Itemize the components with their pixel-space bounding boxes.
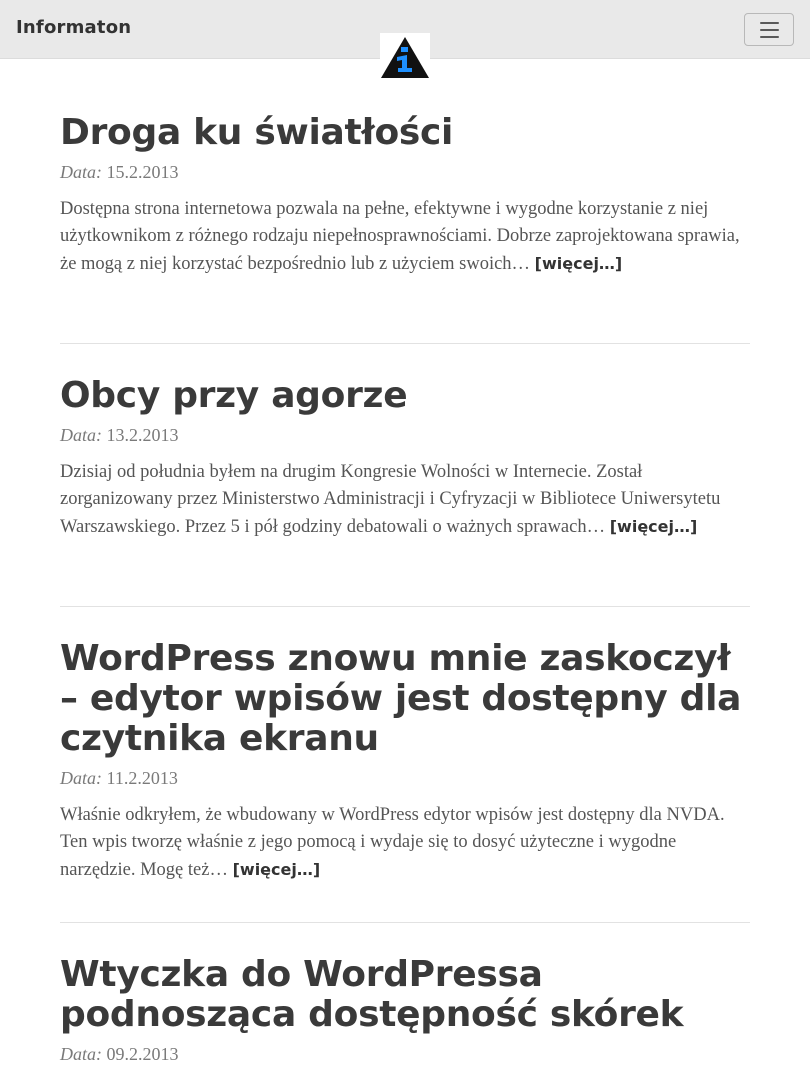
post-item: WordPress znowu mnie zaskoczył – edytor …: [60, 639, 750, 903]
read-more-link[interactable]: [więcej…]: [535, 254, 623, 273]
excerpt-text: Dostępna strona internetowa pozwala na p…: [60, 199, 740, 274]
post-divider: [60, 922, 750, 923]
info-logo-icon[interactable]: [380, 33, 430, 79]
post-title-link[interactable]: Wtyczka do WordPressa podnosząca dostępn…: [60, 954, 684, 1035]
date-value: 15.2.2013: [106, 162, 179, 182]
excerpt-text: Właśnie odkryłem, że wbudowany w WordPre…: [60, 805, 725, 880]
post-title-link[interactable]: Droga ku światłości: [60, 112, 453, 153]
date-label: Data:: [60, 768, 102, 788]
date-label: Data:: [60, 162, 102, 182]
post-excerpt: Właśnie odkryłem, że wbudowany w WordPre…: [60, 802, 750, 884]
read-more-link[interactable]: [więcej…]: [233, 860, 321, 879]
post-date: Data: 09.2.2013: [60, 1043, 750, 1065]
date-value: 13.2.2013: [106, 425, 179, 445]
post-title: WordPress znowu mnie zaskoczył – edytor …: [60, 639, 750, 759]
post-divider: [60, 343, 750, 344]
post-item: Wtyczka do WordPressa podnosząca dostępn…: [60, 955, 750, 1065]
post-divider: [60, 606, 750, 607]
date-label: Data:: [60, 425, 102, 445]
hamburger-menu-icon: [760, 22, 779, 24]
post-excerpt: Dzisiaj od południa byłem na drugim Kong…: [60, 459, 750, 541]
read-more-link[interactable]: [więcej…]: [610, 517, 698, 536]
hamburger-menu-button[interactable]: [744, 13, 794, 46]
date-value: 11.2.2013: [106, 768, 178, 788]
post-item: Droga ku światłości Data: 15.2.2013 Dost…: [60, 113, 750, 297]
post-title-link[interactable]: WordPress znowu mnie zaskoczył – edytor …: [60, 638, 741, 759]
post-title: Obcy przy agorze: [60, 376, 750, 416]
post-date: Data: 11.2.2013: [60, 767, 750, 789]
post-title: Wtyczka do WordPressa podnosząca dostępn…: [60, 955, 750, 1035]
brand-link[interactable]: Informaton: [16, 17, 131, 38]
post-date: Data: 15.2.2013: [60, 161, 750, 183]
post-title: Droga ku światłości: [60, 113, 750, 153]
post-date: Data: 13.2.2013: [60, 424, 750, 446]
post-excerpt: Dostępna strona internetowa pozwala na p…: [60, 196, 750, 278]
date-label: Data:: [60, 1044, 102, 1064]
post-item: Obcy przy agorze Data: 13.2.2013 Dzisiaj…: [60, 376, 750, 560]
date-value: 09.2.2013: [106, 1044, 179, 1064]
hamburger-bar: [760, 36, 779, 38]
post-title-link[interactable]: Obcy przy agorze: [60, 375, 408, 416]
hamburger-bar: [760, 29, 779, 31]
